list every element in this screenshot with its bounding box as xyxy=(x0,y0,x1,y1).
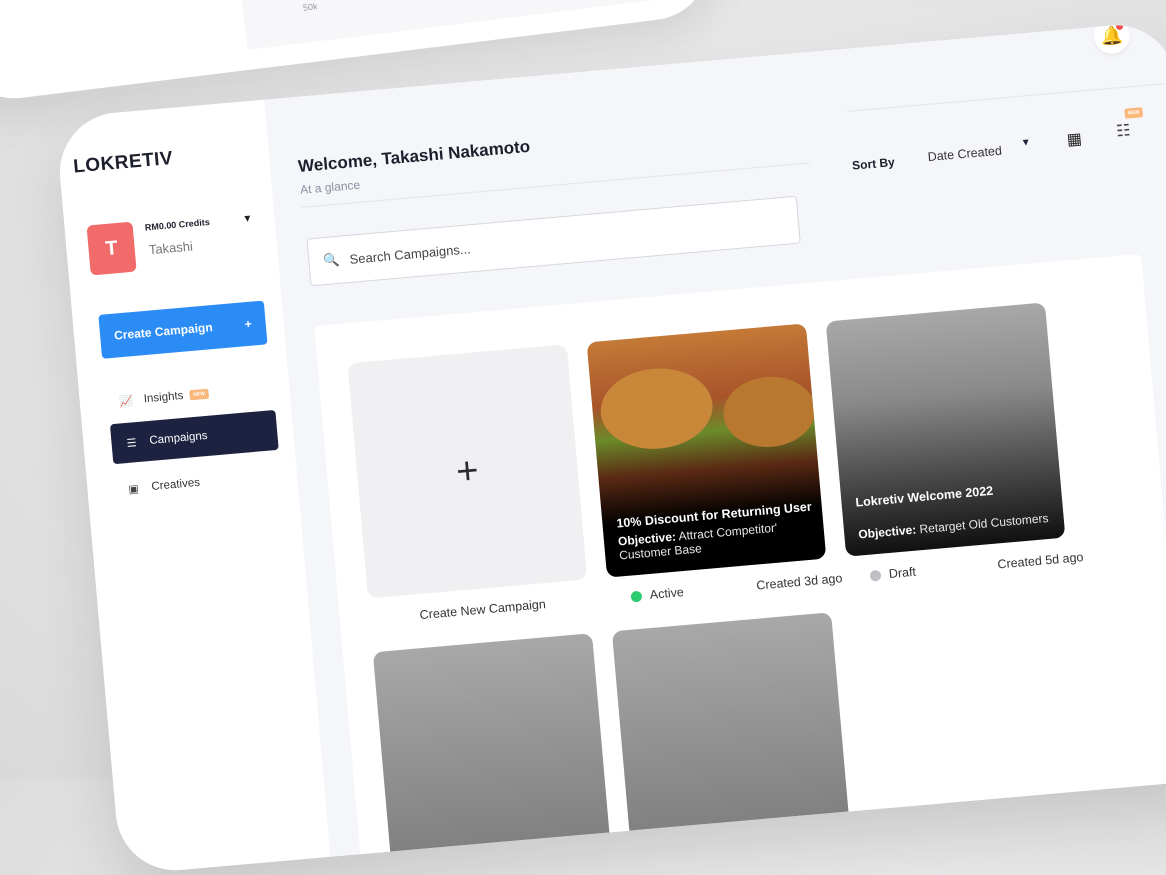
created-timestamp: Created 3d ago xyxy=(755,571,843,593)
status-badge: Active xyxy=(630,585,684,604)
list-icon: ☰ xyxy=(126,436,138,450)
list-view-icon[interactable]: ☷ xyxy=(1115,120,1132,141)
campaign-card[interactable]: 10% Discount for Returning User Objectiv… xyxy=(586,323,827,578)
app-logo: LOKRETIV xyxy=(72,147,174,178)
status-badge: Draft xyxy=(869,564,917,583)
search-input[interactable]: 🔍 Search Campaigns... xyxy=(306,195,801,287)
caret-down-icon[interactable]: ▼ xyxy=(1020,137,1031,149)
sort-select[interactable]: Date Created xyxy=(927,144,1002,164)
app-window: LOKRETIV T RM0.00 Credits Takashi ▼ Crea… xyxy=(55,20,1166,875)
divider xyxy=(847,83,1166,112)
notifications-button[interactable]: 🔔 xyxy=(1092,20,1132,56)
status-dot xyxy=(630,590,643,603)
campaigns-panel: + Create New Campaign 10% Discount for R… xyxy=(314,253,1166,875)
campaign-card[interactable]: Lokretiv Welcome 2022 Objective: Retarge… xyxy=(825,302,1066,557)
main-content: 🔔 Welcome, Takashi Nakamoto At a glance … xyxy=(264,20,1166,875)
account-name: Takashi xyxy=(148,238,194,258)
objective-label: Objective: xyxy=(857,522,917,542)
plus-icon: + xyxy=(454,449,481,493)
create-campaign-label: Create Campaign xyxy=(113,320,214,343)
page-title: Welcome, Takashi Nakamoto xyxy=(297,136,531,176)
status-text: Active xyxy=(649,585,685,602)
credits-label: RM0.00 Credits xyxy=(144,216,211,233)
background-chart: 50k xyxy=(211,0,675,50)
campaign-objective: Objective: Retarget Old Customers xyxy=(858,511,1050,542)
new-badge: NEW xyxy=(1124,107,1143,119)
page-subtitle: At a glance xyxy=(299,177,361,197)
search-placeholder: Search Campaigns... xyxy=(348,240,472,267)
image-icon: ▣ xyxy=(127,482,140,496)
sort-label: Sort By xyxy=(851,155,896,173)
sidebar-item-label: Creatives xyxy=(151,476,201,493)
sidebar-item-label: Campaigns xyxy=(148,429,208,447)
new-badge: NEW xyxy=(188,388,210,401)
objective-text: Retarget Old Customers xyxy=(918,510,1050,537)
campaign-card[interactable] xyxy=(372,633,613,875)
campaign-title: Lokretiv Welcome 2022 xyxy=(854,483,994,510)
status-text: Draft xyxy=(888,564,917,582)
search-icon: 🔍 xyxy=(322,251,341,269)
create-campaign-button[interactable]: Create Campaign + xyxy=(98,300,268,359)
chart-tick-label: 50k xyxy=(302,1,319,13)
sidebar-item-creatives[interactable]: ▣ Creatives xyxy=(124,455,293,509)
sidebar-item-label: Insights xyxy=(143,389,184,406)
burger-image xyxy=(720,372,819,451)
account-dropdown-icon[interactable]: ▼ xyxy=(242,213,253,225)
avatar[interactable]: T xyxy=(86,221,137,276)
create-campaign-card[interactable]: + xyxy=(347,344,588,599)
chart-icon: 📈 xyxy=(118,394,134,408)
burger-image xyxy=(597,363,716,454)
campaign-card[interactable] xyxy=(611,612,852,867)
status-dot xyxy=(869,569,882,582)
create-campaign-caption: Create New Campaign xyxy=(419,597,547,623)
created-timestamp: Created 5d ago xyxy=(996,550,1084,572)
plus-icon: + xyxy=(244,316,253,332)
grid-view-icon[interactable]: ▦ xyxy=(1066,129,1083,150)
